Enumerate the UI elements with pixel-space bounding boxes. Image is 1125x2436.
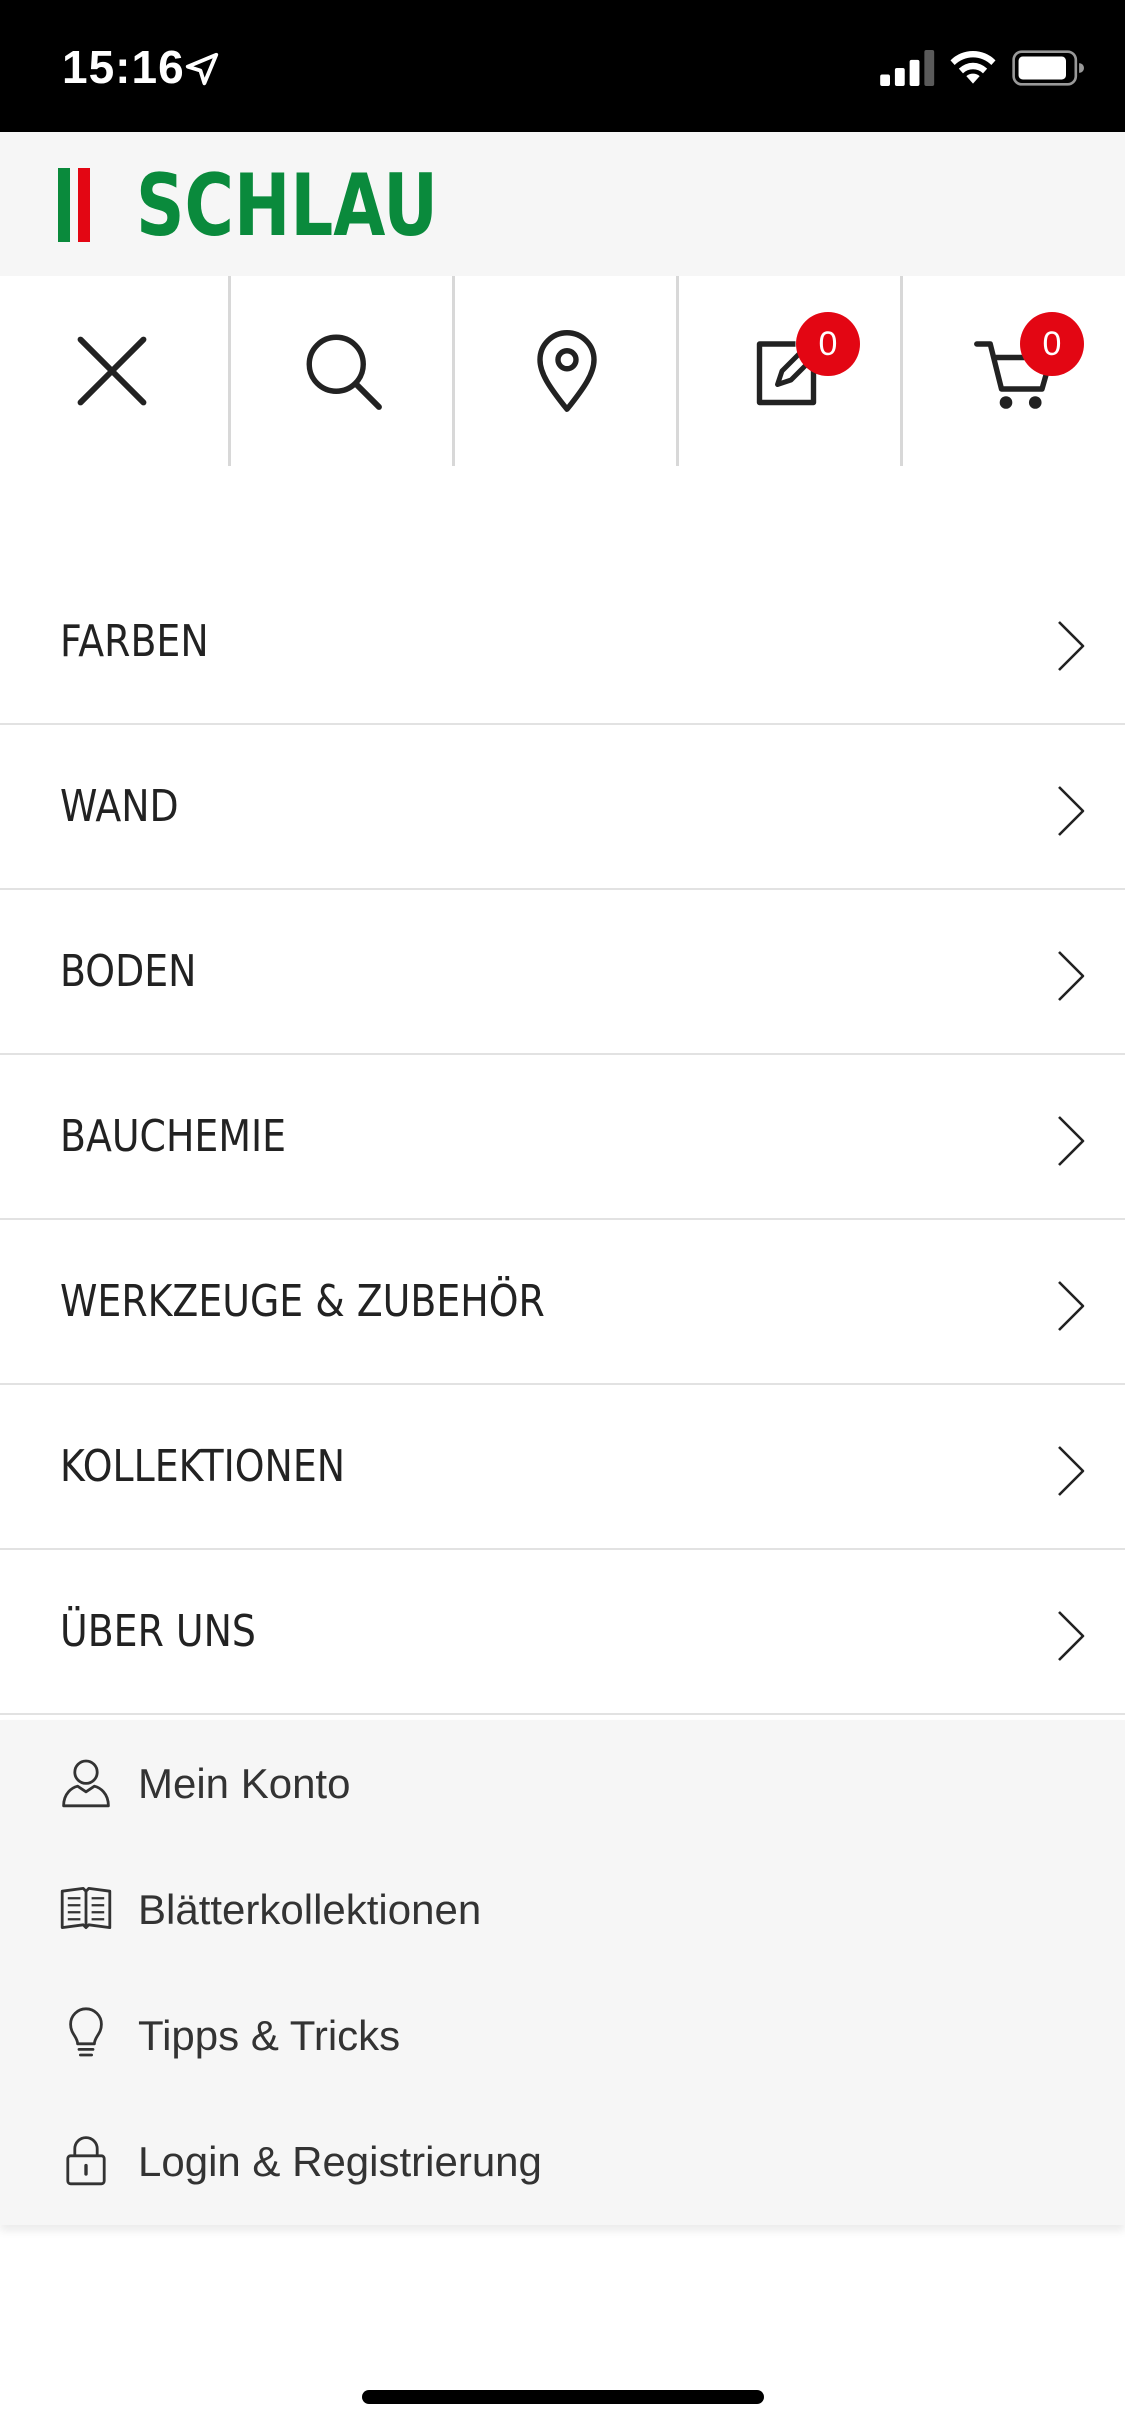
logo-wordmark: SCHLAU <box>136 164 438 248</box>
menu-item-label: WAND <box>60 781 179 832</box>
status-time: 15:16 <box>62 41 185 93</box>
login-registrierung-link[interactable]: Login & Registrierung <box>0 2098 1125 2224</box>
chevron-right-icon <box>1058 1116 1085 1166</box>
user-icon <box>62 1759 110 1808</box>
menu-item-ueber-uns[interactable]: ÜBER UNS <box>0 1550 1125 1715</box>
logo-bar: SCHLAU <box>0 132 1125 276</box>
notepad-button[interactable] <box>679 276 903 466</box>
search-button[interactable] <box>231 276 455 466</box>
sec-item-label: Mein Konto <box>138 1760 351 1807</box>
sec-item-label: Tipps & Tricks <box>138 2012 401 2059</box>
sec-item-label: Blätterkollektionen <box>138 1886 482 1933</box>
menu-item-label: ÜBER UNS <box>60 1606 256 1657</box>
notepad-count-badge: 0 <box>796 312 860 376</box>
close-icon <box>77 336 147 406</box>
chevron-right-icon <box>1058 621 1085 671</box>
chevron-right-icon <box>1058 1446 1085 1496</box>
menu-item-werkzeuge-zubehoer[interactable]: WERKZEUGE & ZUBEHÖR <box>0 1220 1125 1385</box>
blaetterkollektionen-link[interactable]: Blätterkollektionen <box>0 1846 1125 1972</box>
menu-item-label: WERKZEUGE & ZUBEHÖR <box>60 1276 545 1327</box>
battery-icon <box>1012 50 1084 86</box>
search-icon <box>306 334 382 410</box>
menu-item-label: BAUCHEMIE <box>60 1111 287 1162</box>
lightbulb-icon <box>69 2007 103 2057</box>
toolbar: 0 0 <box>0 276 1125 466</box>
menu-item-label: KOLLEKTIONEN <box>60 1441 346 1492</box>
wifi-icon <box>950 50 996 84</box>
menu-item-farben[interactable]: FARBEN <box>0 560 1125 725</box>
menu-item-label: FARBEN <box>60 616 209 667</box>
menu-item-label: BODEN <box>60 946 197 997</box>
store-locator-button[interactable] <box>455 276 679 466</box>
status-bar: 15:16 <box>0 0 1125 132</box>
chevron-right-icon <box>1058 1611 1085 1661</box>
cellular-signal-icon <box>880 50 935 86</box>
book-open-icon <box>60 1887 112 1929</box>
close-button[interactable] <box>0 276 224 466</box>
mein-konto-link[interactable]: Mein Konto <box>0 1720 1125 1846</box>
menu-item-boden[interactable]: BODEN <box>0 890 1125 1055</box>
main-menu: FARBEN WAND BODEN BAUCHEMIE WERKZEUGE & … <box>0 560 1125 1715</box>
chevron-right-icon <box>1058 1281 1085 1331</box>
menu-item-kollektionen[interactable]: KOLLEKTIONEN <box>0 1385 1125 1550</box>
cart-button[interactable] <box>903 276 1125 466</box>
chevron-right-icon <box>1058 786 1085 836</box>
lock-icon <box>66 2136 106 2186</box>
schlau-logo[interactable]: SCHLAU <box>58 164 443 248</box>
map-pin-icon <box>537 330 597 412</box>
home-indicator[interactable] <box>362 2390 764 2404</box>
tipps-tricks-link[interactable]: Tipps & Tricks <box>0 1972 1125 2098</box>
location-arrow-icon <box>185 52 219 86</box>
menu-item-wand[interactable]: WAND <box>0 725 1125 890</box>
cart-count-badge: 0 <box>1020 312 1084 376</box>
chevron-right-icon <box>1058 951 1085 1001</box>
sec-item-label: Login & Registrierung <box>138 2138 542 2185</box>
menu-item-bauchemie[interactable]: BAUCHEMIE <box>0 1055 1125 1220</box>
secondary-links: Mein Konto Blätterkollektionen Tipps & T… <box>0 1720 1125 2225</box>
